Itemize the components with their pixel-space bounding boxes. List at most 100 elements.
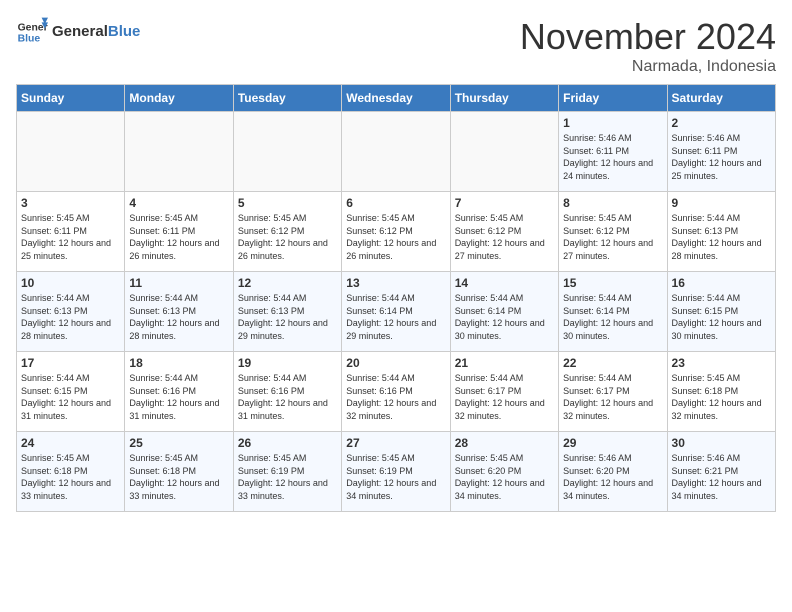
day-info: Sunrise: 5:45 AMSunset: 6:12 PMDaylight:… — [238, 212, 337, 262]
calendar-cell: 29 Sunrise: 5:46 AMSunset: 6:20 PMDayligh… — [559, 432, 667, 512]
calendar-week-5: 24 Sunrise: 5:45 AMSunset: 6:18 PMDayligh… — [17, 432, 776, 512]
day-number: 2 — [672, 116, 771, 130]
calendar-cell: 6 Sunrise: 5:45 AMSunset: 6:12 PMDaylight… — [342, 192, 450, 272]
calendar-cell: 11Sunrise: 5:44 AMSunset: 6:13 PMDayligh… — [125, 272, 233, 352]
day-info: Sunrise: 5:44 AMSunset: 6:13 PMDaylight:… — [672, 212, 771, 262]
month-title: November 2024 — [520, 16, 776, 58]
day-info: Sunrise: 5:45 AMSunset: 6:11 PMDaylight:… — [129, 212, 228, 262]
calendar-cell: 17 Sunrise: 5:44 AMSunset: 6:15 PMDayligh… — [17, 352, 125, 432]
calendar-cell: 3 Sunrise: 5:45 AMSunset: 6:11 PMDaylight… — [17, 192, 125, 272]
day-info: Sunrise: 5:44 AMSunset: 6:16 PMDaylight:… — [346, 372, 445, 422]
day-info: Sunrise: 5:45 AMSunset: 6:18 PMDaylight:… — [129, 452, 228, 502]
day-number: 4 — [129, 196, 228, 210]
calendar-body: 1 Sunrise: 5:46 AMSunset: 6:11 PMDaylight… — [17, 112, 776, 512]
day-number: 28 — [455, 436, 554, 450]
day-info: Sunrise: 5:45 AMSunset: 6:19 PMDaylight:… — [238, 452, 337, 502]
logo-icon: General Blue — [16, 16, 48, 48]
calendar-cell: 7 Sunrise: 5:45 AMSunset: 6:12 PMDaylight… — [450, 192, 558, 272]
weekday-header-saturday: Saturday — [667, 85, 775, 112]
day-info: Sunrise: 5:45 AMSunset: 6:11 PMDaylight:… — [21, 212, 120, 262]
calendar-cell: 30 Sunrise: 5:46 AMSunset: 6:21 PMDayligh… — [667, 432, 775, 512]
calendar-header: SundayMondayTuesdayWednesdayThursdayFrid… — [17, 85, 776, 112]
day-number: 25 — [129, 436, 228, 450]
calendar-cell: 2 Sunrise: 5:46 AMSunset: 6:11 PMDaylight… — [667, 112, 775, 192]
calendar-cell: 23Sunrise: 5:45 AMSunset: 6:18 PMDayligh… — [667, 352, 775, 432]
day-number: 7 — [455, 196, 554, 210]
day-info: Sunrise: 5:44 AMSunset: 6:14 PMDaylight:… — [346, 292, 445, 342]
day-number: 6 — [346, 196, 445, 210]
weekday-header-monday: Monday — [125, 85, 233, 112]
calendar-week-2: 3 Sunrise: 5:45 AMSunset: 6:11 PMDaylight… — [17, 192, 776, 272]
calendar-cell: 21Sunrise: 5:44 AMSunset: 6:17 PMDayligh… — [450, 352, 558, 432]
day-info: Sunrise: 5:44 AMSunset: 6:15 PMDaylight:… — [21, 372, 120, 422]
weekday-header-friday: Friday — [559, 85, 667, 112]
day-number: 13 — [346, 276, 445, 290]
day-info: Sunrise: 5:45 AMSunset: 6:19 PMDaylight:… — [346, 452, 445, 502]
svg-text:Blue: Blue — [18, 34, 41, 45]
calendar-cell: 9Sunrise: 5:44 AMSunset: 6:13 PMDaylight… — [667, 192, 775, 272]
calendar-cell — [450, 112, 558, 192]
day-number: 29 — [563, 436, 662, 450]
day-number: 30 — [672, 436, 771, 450]
day-number: 16 — [672, 276, 771, 290]
weekday-header-wednesday: Wednesday — [342, 85, 450, 112]
calendar-cell: 12 Sunrise: 5:44 AMSunset: 6:13 PMDayligh… — [233, 272, 341, 352]
calendar-cell: 20Sunrise: 5:44 AMSunset: 6:16 PMDayligh… — [342, 352, 450, 432]
location-title: Narmada, Indonesia — [520, 58, 776, 76]
day-info: Sunrise: 5:45 AMSunset: 6:12 PMDaylight:… — [455, 212, 554, 262]
calendar-cell: 16 Sunrise: 5:44 AMSunset: 6:15 PMDayligh… — [667, 272, 775, 352]
day-info: Sunrise: 5:45 AMSunset: 6:18 PMDaylight:… — [672, 372, 771, 422]
calendar-cell: 25 Sunrise: 5:45 AMSunset: 6:18 PMDayligh… — [125, 432, 233, 512]
day-info: Sunrise: 5:44 AMSunset: 6:16 PMDaylight:… — [238, 372, 337, 422]
day-number: 21 — [455, 356, 554, 370]
calendar-cell: 18 Sunrise: 5:44 AMSunset: 6:16 PMDayligh… — [125, 352, 233, 432]
calendar-cell: 27 Sunrise: 5:45 AMSunset: 6:19 PMDayligh… — [342, 432, 450, 512]
day-number: 27 — [346, 436, 445, 450]
day-info: Sunrise: 5:44 AMSunset: 6:16 PMDaylight:… — [129, 372, 228, 422]
day-number: 10 — [21, 276, 120, 290]
day-number: 14 — [455, 276, 554, 290]
calendar-cell: 24 Sunrise: 5:45 AMSunset: 6:18 PMDayligh… — [17, 432, 125, 512]
calendar-cell: 14 Sunrise: 5:44 AMSunset: 6:14 PMDayligh… — [450, 272, 558, 352]
day-info: Sunrise: 5:45 AMSunset: 6:12 PMDaylight:… — [346, 212, 445, 262]
logo-text: GeneralBlue — [52, 23, 140, 41]
weekday-header-tuesday: Tuesday — [233, 85, 341, 112]
day-number: 3 — [21, 196, 120, 210]
day-number: 24 — [21, 436, 120, 450]
day-info: Sunrise: 5:46 AMSunset: 6:21 PMDaylight:… — [672, 452, 771, 502]
day-info: Sunrise: 5:44 AMSunset: 6:17 PMDaylight:… — [563, 372, 662, 422]
day-number: 8 — [563, 196, 662, 210]
day-number: 5 — [238, 196, 337, 210]
day-number: 1 — [563, 116, 662, 130]
logo: General Blue GeneralBlue — [16, 16, 140, 48]
day-info: Sunrise: 5:44 AMSunset: 6:15 PMDaylight:… — [672, 292, 771, 342]
calendar-week-4: 17 Sunrise: 5:44 AMSunset: 6:15 PMDayligh… — [17, 352, 776, 432]
calendar-cell — [125, 112, 233, 192]
day-info: Sunrise: 5:45 AMSunset: 6:18 PMDaylight:… — [21, 452, 120, 502]
day-info: Sunrise: 5:46 AMSunset: 6:20 PMDaylight:… — [563, 452, 662, 502]
day-number: 18 — [129, 356, 228, 370]
day-info: Sunrise: 5:46 AMSunset: 6:11 PMDaylight:… — [672, 132, 771, 182]
day-number: 22 — [563, 356, 662, 370]
calendar-cell: 1 Sunrise: 5:46 AMSunset: 6:11 PMDaylight… — [559, 112, 667, 192]
day-info: Sunrise: 5:45 AMSunset: 6:12 PMDaylight:… — [563, 212, 662, 262]
day-number: 17 — [21, 356, 120, 370]
calendar-cell — [342, 112, 450, 192]
title-area: November 2024 Narmada, Indonesia — [520, 16, 776, 76]
calendar-week-1: 1 Sunrise: 5:46 AMSunset: 6:11 PMDaylight… — [17, 112, 776, 192]
calendar-table: SundayMondayTuesdayWednesdayThursdayFrid… — [16, 84, 776, 512]
calendar-cell — [233, 112, 341, 192]
day-info: Sunrise: 5:44 AMSunset: 6:14 PMDaylight:… — [455, 292, 554, 342]
day-number: 12 — [238, 276, 337, 290]
day-info: Sunrise: 5:44 AMSunset: 6:13 PMDaylight:… — [238, 292, 337, 342]
weekday-header-row: SundayMondayTuesdayWednesdayThursdayFrid… — [17, 85, 776, 112]
day-number: 15 — [563, 276, 662, 290]
weekday-header-thursday: Thursday — [450, 85, 558, 112]
page-header: General Blue GeneralBlue November 2024 N… — [16, 16, 776, 76]
weekday-header-sunday: Sunday — [17, 85, 125, 112]
day-info: Sunrise: 5:44 AMSunset: 6:13 PMDaylight:… — [21, 292, 120, 342]
day-number: 26 — [238, 436, 337, 450]
calendar-cell: 8 Sunrise: 5:45 AMSunset: 6:12 PMDaylight… — [559, 192, 667, 272]
day-info: Sunrise: 5:46 AMSunset: 6:11 PMDaylight:… — [563, 132, 662, 182]
calendar-cell: 19Sunrise: 5:44 AMSunset: 6:16 PMDayligh… — [233, 352, 341, 432]
